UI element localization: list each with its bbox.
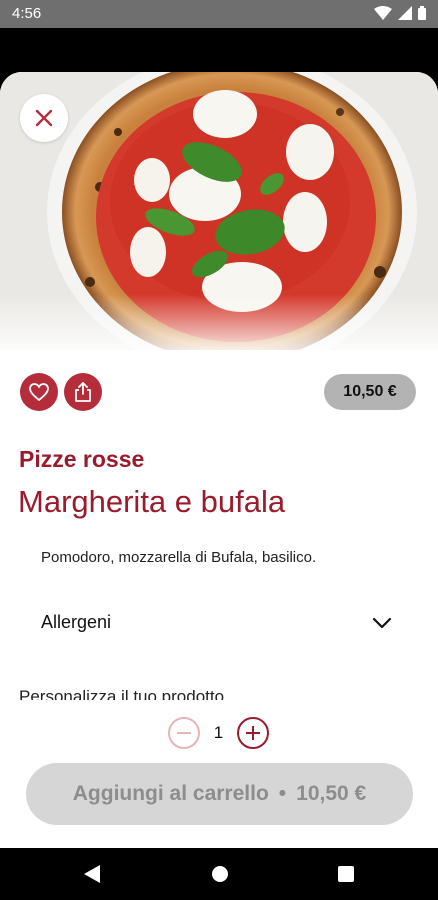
allergens-toggle-label[interactable]: Allergeni [41, 612, 111, 633]
quantity-stepper: 1 [168, 717, 269, 749]
increase-quantity-button[interactable] [237, 717, 269, 749]
battery-icon [418, 6, 426, 20]
status-time: 4:56 [12, 5, 42, 22]
product-actions [20, 373, 102, 411]
chevron-down-icon[interactable] [372, 617, 392, 629]
add-to-cart-label: Aggiungi al carrello [72, 782, 269, 805]
favorite-button[interactable] [20, 373, 58, 411]
back-icon[interactable] [84, 865, 100, 883]
price-badge: 10,50 € [324, 374, 416, 410]
minus-icon [177, 732, 191, 734]
close-icon [35, 109, 53, 127]
navigation-bar [0, 848, 438, 900]
personalize-heading: Personalizza il tuo prodotto [19, 687, 225, 700]
close-button[interactable] [20, 94, 68, 142]
share-button[interactable] [64, 373, 102, 411]
decrease-quantity-button[interactable] [168, 717, 200, 749]
plus-icon [246, 726, 260, 740]
signal-icon [398, 6, 412, 20]
product-description: Pomodoro, mozzarella di Bufala, basilico… [41, 549, 317, 566]
share-icon [75, 382, 91, 402]
add-to-cart-button[interactable]: Aggiungi al carrello • 10,50 € [26, 763, 413, 825]
status-icons [374, 6, 426, 20]
status-bar: 4:56 [0, 0, 438, 28]
add-to-cart-separator: • [278, 782, 287, 805]
product-detail-sheet: 10,50 € Pizze rosse Margherita e bufala … [0, 72, 438, 848]
product-title: Margherita e bufala [18, 484, 286, 519]
home-icon[interactable] [212, 866, 228, 882]
wifi-icon [374, 6, 392, 20]
heart-icon [29, 383, 49, 401]
recents-icon[interactable] [338, 866, 354, 882]
product-category: Pizze rosse [19, 446, 145, 472]
quantity-value: 1 [213, 723, 224, 742]
add-to-cart-price: 10,50 € [296, 782, 367, 805]
